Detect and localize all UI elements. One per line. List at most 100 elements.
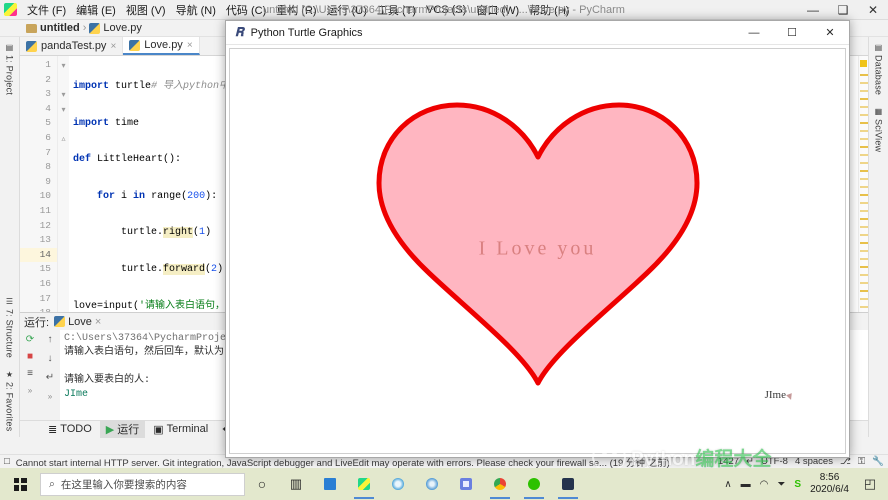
fold-marker[interactable]: ▾ <box>58 87 69 102</box>
tray-chevron-icon[interactable]: ∧ <box>724 479 731 490</box>
close-button[interactable]: ✕ <box>858 0 888 20</box>
task-view-button[interactable]: ▥ <box>279 468 313 500</box>
sidebar-item-sciview[interactable]: ▦ SciView <box>872 101 886 158</box>
print-button[interactable]: ≡ <box>24 367 37 380</box>
soft-wrap-button[interactable]: ↵ <box>44 371 57 384</box>
taskbar-app-pycharm[interactable] <box>347 468 381 500</box>
volume-icon[interactable]: ⏷ <box>777 479 785 490</box>
error-stripe-marker[interactable] <box>860 60 867 67</box>
breadcrumb-file[interactable]: Love.py <box>103 22 142 34</box>
more-button[interactable]: » <box>44 390 57 403</box>
turtle-minimize-button[interactable]: — <box>735 21 773 45</box>
taskbar-clock[interactable]: 8:56 2020/6/4 <box>810 472 849 496</box>
cortana-button[interactable]: ○ <box>245 468 279 500</box>
taskbar-search-box[interactable]: ⌕ 在这里输入你要搜索的内容 <box>40 472 245 496</box>
sidebar-item-favorites[interactable]: ★ 2: Favorites <box>3 364 17 437</box>
sidebar-item-structure[interactable]: ☰ 7: Structure <box>3 291 17 364</box>
tab-todo[interactable]: ≣ TODO <box>42 422 98 437</box>
menu-navigate[interactable]: 导航 (N) <box>171 0 221 20</box>
todo-icon: ≣ <box>48 423 58 436</box>
start-button[interactable] <box>0 468 40 500</box>
scroll-up-button[interactable]: ↑ <box>44 333 57 346</box>
sidebar-item-database[interactable]: ▤ Database <box>872 37 886 101</box>
menu-file[interactable]: 文件 (F) <box>22 0 71 20</box>
fold-marker[interactable]: ▵ <box>58 131 69 146</box>
stripe-mark <box>860 178 868 180</box>
folder-icon <box>26 23 37 33</box>
taskbar-app-pycharm-running[interactable] <box>551 468 585 500</box>
stripe-mark <box>860 218 868 220</box>
taskbar-app-ie[interactable] <box>381 468 415 500</box>
cortana-icon: ○ <box>257 476 267 492</box>
fold-marker[interactable]: ▾ <box>58 102 69 117</box>
close-icon[interactable]: × <box>95 316 101 328</box>
stripe-mark <box>860 170 868 172</box>
turtle-maximize-button[interactable]: ☐ <box>773 21 811 45</box>
pycharm-logo-icon <box>4 3 17 16</box>
left-tool-rail: ▤ 1: Project ☰ 7: Structure ★ 2: Favorit… <box>0 37 20 437</box>
sidebar-item-project[interactable]: ▤ 1: Project <box>3 37 17 101</box>
stripe-mark <box>860 146 868 148</box>
menu-view[interactable]: 视图 (V) <box>121 0 171 20</box>
battery-icon[interactable]: ▬ <box>741 479 751 490</box>
turtle-title-bar[interactable]: 𝐑 Python Turtle Graphics — ☐ ✕ <box>226 21 849 45</box>
tab-pandatest[interactable]: pandaTest.py × <box>20 37 124 55</box>
lock-icon[interactable]: ⚿ <box>858 456 865 467</box>
menu-vcs[interactable]: VCS (S) <box>421 2 471 18</box>
rerun-button[interactable]: ⟳ <box>24 333 37 346</box>
taskbar-app-foxmail[interactable] <box>449 468 483 500</box>
menu-tools[interactable]: 工具 (T) <box>372 0 421 20</box>
menu-code[interactable]: 代码 (C) <box>221 0 271 20</box>
line-number: 13 <box>39 234 51 246</box>
close-icon[interactable]: × <box>110 41 116 52</box>
tab-love[interactable]: Love.py × <box>123 37 200 55</box>
turtle-canvas[interactable]: I Love you JIme <box>229 48 846 454</box>
stripe-mark <box>860 274 868 276</box>
stripe-mark <box>860 234 868 236</box>
notification-button[interactable]: ◰ <box>858 468 882 500</box>
line-number: 11 <box>39 204 51 216</box>
more-button[interactable]: » <box>24 384 37 397</box>
line-number-gutter: 1234567891011121314151617181920 <box>20 56 58 312</box>
line-number: 4 <box>45 102 51 114</box>
stripe-mark <box>860 298 868 300</box>
taskbar-app-mail[interactable] <box>313 468 347 500</box>
wrench-icon[interactable]: 🔧 <box>872 456 884 467</box>
taskbar-app-edge[interactable] <box>415 468 449 500</box>
stripe-mark <box>860 114 868 116</box>
fold-marker <box>58 73 69 88</box>
fold-marker[interactable]: ▾ <box>58 58 69 73</box>
tab-run[interactable]: ▶ 运行 <box>99 420 146 438</box>
wifi-icon[interactable]: ◠ <box>760 479 769 490</box>
taskbar-app-chrome[interactable] <box>483 468 517 500</box>
run-label: 运行: <box>24 316 50 329</box>
menu-help[interactable]: 帮助 (H) <box>524 0 574 20</box>
stripe-mark <box>860 82 868 84</box>
close-icon[interactable]: × <box>187 40 193 51</box>
stop-button[interactable]: ■ <box>24 350 37 363</box>
menu-run[interactable]: 运行 (U) <box>322 0 372 20</box>
breadcrumb-project[interactable]: untitled <box>40 22 80 34</box>
line-number: 7 <box>45 146 51 158</box>
menu-edit[interactable]: 编辑 (E) <box>71 0 121 20</box>
scroll-down-button[interactable]: ↓ <box>44 352 57 365</box>
stripe-mark <box>860 130 868 132</box>
tab-todo-label: TODO <box>60 423 92 435</box>
stripe-mark <box>860 138 868 140</box>
error-stripe-scrollbar[interactable] <box>858 56 868 312</box>
line-number: 2 <box>45 73 51 85</box>
taskbar-app-wechat[interactable] <box>517 468 551 500</box>
menu-refactor[interactable]: 重构 (R) <box>271 0 321 20</box>
task-view-icon: ▥ <box>289 476 303 491</box>
run-tab-love[interactable]: Love × <box>54 316 101 328</box>
stripe-mark <box>860 266 868 268</box>
code-folding-column[interactable]: ▾ ▾ ▾ ▵ <box>58 56 69 312</box>
turtle-close-button[interactable]: ✕ <box>811 21 849 45</box>
menu-window[interactable]: 窗口 (W) <box>471 0 524 20</box>
sogou-ime-icon[interactable]: S <box>794 479 801 490</box>
minimize-button[interactable]: — <box>798 0 828 20</box>
stripe-mark <box>860 106 868 108</box>
python-file-icon <box>26 40 37 52</box>
tab-terminal[interactable]: ▣ Terminal <box>147 422 214 437</box>
maximize-button[interactable]: ❑ <box>828 0 858 20</box>
